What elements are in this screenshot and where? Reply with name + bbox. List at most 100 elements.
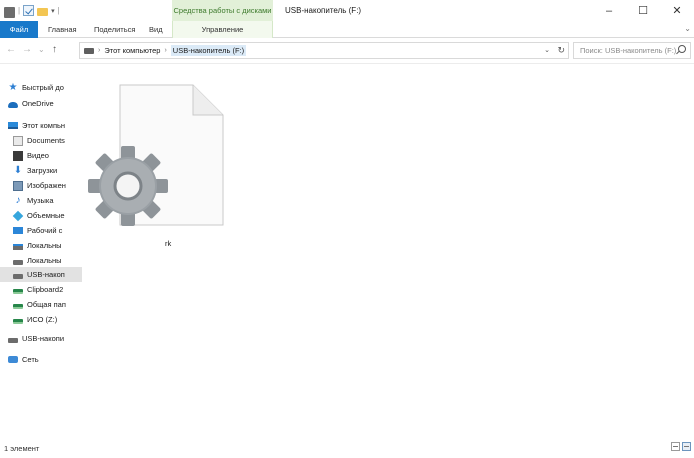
network-drive-icon [13,288,23,294]
tab-view[interactable]: Вид [149,21,163,38]
navigation-pane: ★ Быстрый до OneDrive Этот компьн Docume… [0,65,82,415]
sidebar-item-usb-drive[interactable]: USB-накоп [0,267,82,282]
usb-drive-icon [13,273,23,279]
address-dropdown-button[interactable]: ⌄ [544,46,550,54]
network-drive-icon [13,318,23,324]
file-name[interactable]: rk [165,239,171,248]
sidebar-item-label: Clipboard2 [27,285,64,294]
sidebar-item-label: Рабочий с [27,226,63,235]
sidebar-item-desktop[interactable]: Рабочий с [0,223,82,238]
sidebar-item-label: OneDrive [22,99,54,108]
sidebar-item-this-pc[interactable]: Этот компьн [0,118,82,133]
system-file-gear-icon [88,84,224,226]
sidebar-item-label: Быстрый до [22,83,64,92]
sidebar-item-label: Этот компьн [22,121,66,130]
sidebar-item-quick-access[interactable]: ★ Быстрый до [0,80,82,95]
sidebar-item-onedrive[interactable]: OneDrive [0,96,82,111]
file-list[interactable]: rk [85,65,690,415]
system-drive-icon [13,244,23,250]
sidebar-item-label: USB-накопи [22,334,65,343]
large-icons-view-icon[interactable] [682,442,691,451]
computer-icon [8,122,18,129]
document-folder-icon [13,135,23,146]
sidebar-item-label: Сеть [22,355,39,364]
music-icon: ♪ [15,194,21,206]
sidebar-item-local-disk-c[interactable]: Локальны [0,238,82,253]
item-count: 1 элемент [4,443,40,453]
recent-locations-button[interactable]: ⌄ [38,44,45,56]
sidebar-item-label: Локальны [27,256,62,265]
refresh-button[interactable]: ↻ [557,45,565,56]
sidebar-item-network[interactable]: Сеть [0,352,82,367]
desktop-icon [13,227,23,234]
sidebar-item-label: Загрузки [27,166,58,175]
network-icon [8,356,18,363]
sidebar-item-label: USB-накоп [27,270,65,279]
breadcrumb-usb-drive[interactable]: USB-накопитель (F:) [170,45,247,56]
sidebar-item-local-disk[interactable]: Локальны [0,253,82,268]
star-icon: ★ [8,81,18,93]
breadcrumb-this-pc[interactable]: Этот компьютер [104,46,160,55]
toolbar-separator: | [18,6,21,15]
details-view-icon[interactable] [671,442,680,451]
sidebar-item-label: Локальны [27,241,62,250]
tab-home[interactable]: Главная [48,21,77,38]
sidebar-item-label: Музыка [27,196,54,205]
tab-share[interactable]: Поделиться [94,21,135,38]
breadcrumb-separator[interactable]: › [98,47,100,54]
ribbon-tabs: Файл Главная Поделиться Вид Управление ⌄ [0,21,694,38]
breadcrumb-separator[interactable]: › [164,47,166,54]
sidebar-item-label: Видео [27,151,49,160]
search-placeholder: Поиск: USB-накопитель (F:) [580,46,677,55]
context-tab-group-label: Средства работы с дисками [172,0,273,21]
sidebar-item-iso-z[interactable]: ИСО (Z:) [0,312,82,327]
file-item[interactable]: rk [85,73,245,248]
sidebar-item-usb-drive-root[interactable]: USB-накопи [0,331,82,346]
3d-objects-icon [12,210,24,221]
sidebar-item-music[interactable]: ♪ Музыка [0,193,82,208]
downloads-icon: ⬇ [13,164,23,176]
sidebar-item-label: Documents [27,136,65,145]
pictures-icon [13,180,23,191]
drive-icon [13,259,23,265]
sidebar-item-3d-objects[interactable]: Объемные [0,208,82,223]
sidebar-item-shared-folder[interactable]: Общая пап [0,297,82,312]
sidebar-item-downloads[interactable]: ⬇ Загрузки [0,163,82,178]
search-icon[interactable] [678,45,686,53]
sidebar-item-label: ИСО (Z:) [27,315,58,324]
forward-button[interactable]: → [22,44,32,56]
video-folder-icon [13,150,23,161]
view-switcher [671,442,691,451]
minimize-button[interactable]: – [592,0,626,21]
tab-manage[interactable]: Управление [172,21,273,38]
search-input[interactable]: Поиск: USB-накопитель (F:) [573,42,691,59]
customize-toolbar-button[interactable]: ▾ [51,7,55,15]
cloud-icon [8,101,18,108]
sidebar-item-documents[interactable]: Documents [0,133,82,148]
usb-drive-icon [8,337,18,343]
maximize-button[interactable]: ☐ [626,0,660,21]
close-button[interactable]: ✕ [660,0,694,21]
title-bar: | ▾ | Средства работы с дисками USB-нако… [0,0,694,21]
sidebar-item-video[interactable]: Видео [0,148,82,163]
network-drive-icon [13,303,23,309]
sidebar-item-label: Изображен [27,181,66,190]
sidebar-item-label: Объемные [27,211,65,220]
sidebar-item-clipboard[interactable]: Clipboard2 [0,282,82,297]
toolbar-separator: | [57,6,60,15]
back-button[interactable]: ← [6,44,16,56]
new-folder-icon[interactable] [37,7,49,16]
tab-file[interactable]: Файл [0,21,38,38]
expand-ribbon-icon[interactable]: ⌄ [684,24,691,33]
sidebar-item-pictures[interactable]: Изображен [0,178,82,193]
properties-icon[interactable] [23,5,35,16]
address-bar[interactable]: › Этот компьютер › USB-накопитель (F:) ⌄… [79,42,569,59]
drive-icon[interactable] [4,6,15,18]
navigation-bar: ← → ⌄ ↑ › Этот компьютер › USB-накопител… [0,38,694,64]
quick-access-toolbar: | ▾ | [4,4,60,18]
status-bar: 1 элемент [0,438,694,458]
sidebar-item-label: Общая пап [27,300,66,309]
drive-icon [84,47,94,54]
up-button[interactable]: ↑ [52,44,57,56]
window-title: USB-накопитель (F:) [285,6,362,15]
